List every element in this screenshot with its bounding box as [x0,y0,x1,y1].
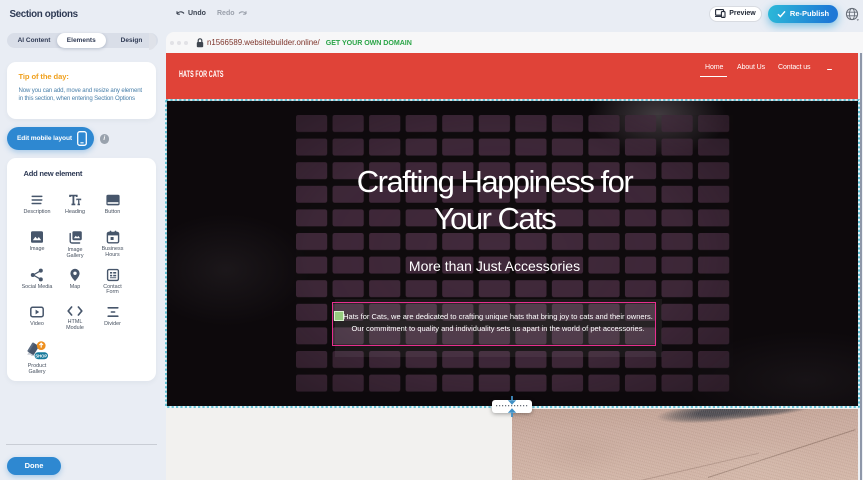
svg-text:SHOP: SHOP [35,353,47,358]
